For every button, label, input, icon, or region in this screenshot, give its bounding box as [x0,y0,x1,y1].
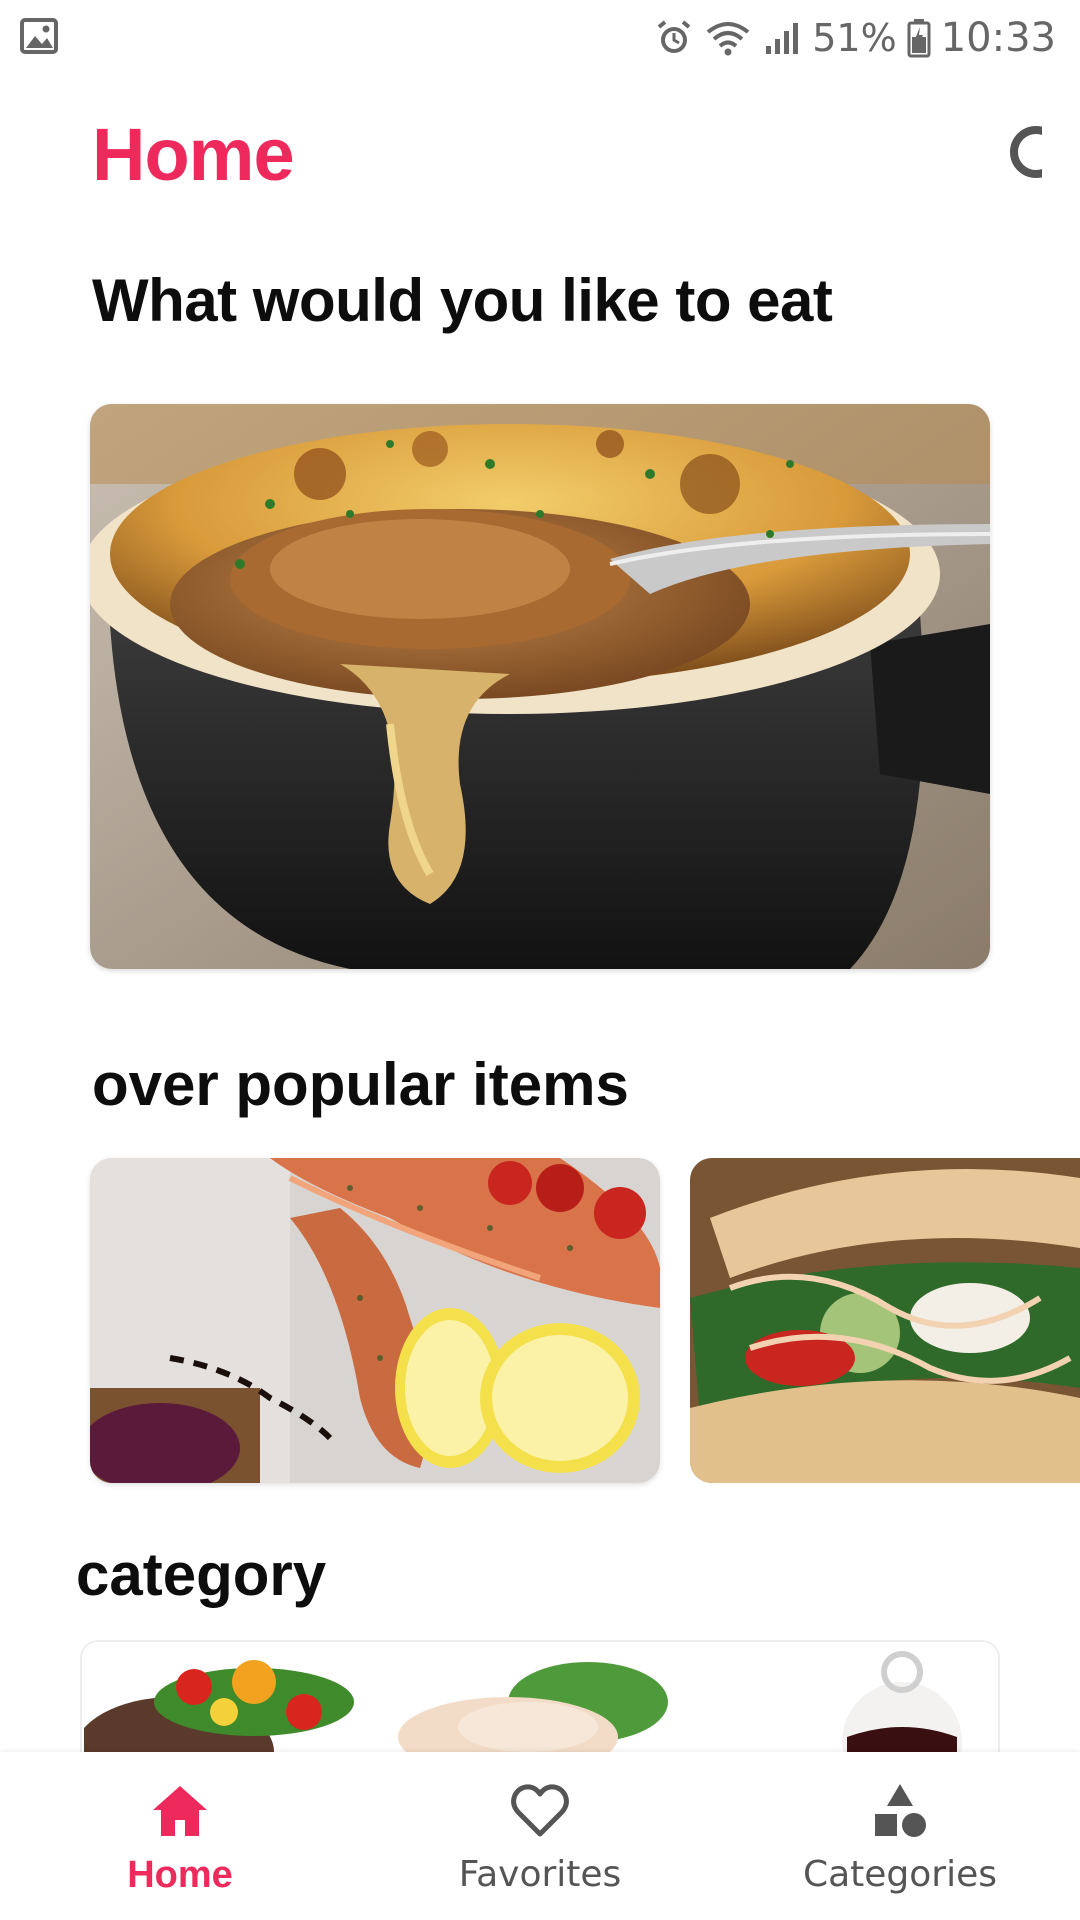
status-right: 51% 10:33 [654,10,1056,66]
fish-tacos-image [690,1158,1080,1483]
category-section-title: category [76,1541,327,1608]
popular-section-title: over popular items [92,1051,629,1118]
battery-icon [907,19,931,58]
page-title: Home [92,113,295,196]
wifi-icon [707,22,750,56]
salmon-image [90,1158,660,1483]
category-steak-salad-image[interactable] [84,1642,384,1760]
avatar-icon [1010,126,1042,178]
category-dessert-image[interactable] [692,1642,998,1760]
prompt-heading: What would you like to eat [92,267,833,334]
category-list [80,1640,1000,1760]
nav-label-categories: Categories [802,1854,998,1895]
french-onion-soup-image [90,404,990,969]
home-screen: 51% 10:33 Home What would you like to ea… [0,0,1080,1920]
gallery-icon [20,18,58,54]
nav-label-home: Home [127,1854,233,1896]
nav-item-categories[interactable]: Categories [790,1752,1010,1920]
shapes-icon [875,1784,926,1837]
nav-item-home[interactable]: Home [100,1752,260,1920]
signal-icon [766,23,799,54]
nav-label-favorites: Favorites [458,1854,622,1895]
profile-avatar[interactable] [1006,126,1042,178]
alarm-icon [657,20,691,53]
battery-percent: 51% [812,16,897,60]
bottom-navigation: Home Favorites Categories [0,1752,1080,1920]
status-bar: 51% 10:33 [0,0,1080,76]
category-chicken-image[interactable] [388,1642,688,1760]
popular-item-salmon[interactable] [90,1158,660,1483]
popular-item-tacos[interactable] [690,1158,1080,1483]
home-icon [153,1786,207,1836]
status-time: 10:33 [940,15,1056,61]
featured-food-card[interactable] [90,404,990,969]
nav-item-favorites[interactable]: Favorites [440,1752,640,1920]
heart-icon [511,1784,569,1837]
